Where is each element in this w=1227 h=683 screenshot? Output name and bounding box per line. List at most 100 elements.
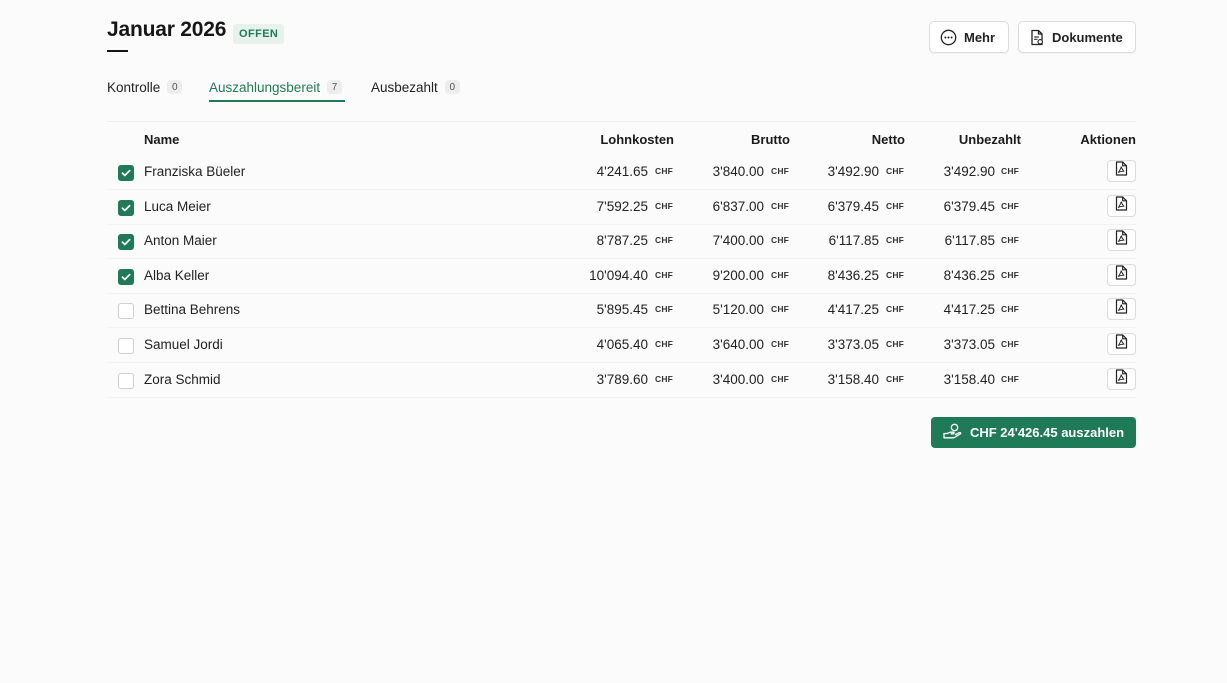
currency-label: CHF — [771, 235, 790, 246]
cell-unbezahlt: 8'436.25 — [943, 267, 995, 283]
cell-unbezahlt: 6'379.45 — [943, 198, 995, 214]
cell-netto: 4'417.25 — [827, 302, 879, 318]
currency-label: CHF — [655, 166, 674, 176]
title-underline — [107, 50, 128, 52]
row-divider — [107, 396, 1136, 398]
currency-label: CHF — [1001, 235, 1020, 246]
cell-netto: 6'379.45 — [827, 198, 879, 214]
payroll-page: Januar 2026 OFFEN Mehr Dokumente Kontrol… — [0, 0, 1227, 683]
cell-unbezahlt: 3'492.90 — [943, 164, 995, 179]
row-checkbox[interactable] — [118, 165, 134, 181]
download-pdf-button[interactable] — [1107, 333, 1136, 355]
column-header-netto: Netto — [871, 132, 905, 147]
currency-label: CHF — [886, 235, 905, 246]
table-row: Alba Keller 10'094.40 CHF 9'200.00 CHF 8'436.… — [107, 260, 1136, 294]
currency-label: CHF — [886, 200, 905, 211]
row-checkbox[interactable] — [118, 372, 134, 389]
cell-netto: 8'436.25 — [827, 267, 879, 283]
cell-netto: 3'492.90 — [827, 164, 879, 179]
currency-label: CHF — [886, 166, 905, 176]
hand-money-icon — [943, 423, 962, 443]
table-row: Franziska Büeler 4'241.65 CHF 3'840.00 CHF 3'… — [107, 156, 1136, 190]
currency-label: CHF — [886, 304, 905, 315]
cell-lohnkosten: 4'241.65 — [596, 164, 648, 179]
currency-label: CHF — [1001, 304, 1020, 315]
row-checkbox[interactable] — [118, 303, 134, 320]
cell-brutto: 6'837.00 — [712, 198, 764, 214]
employee-name: Anton Maier — [144, 233, 217, 249]
currency-label: CHF — [1001, 200, 1020, 211]
cell-lohnkosten: 3'789.60 — [596, 371, 648, 387]
cell-lohnkosten: 5'895.45 — [596, 302, 648, 318]
currency-label: CHF — [655, 373, 674, 384]
payout-button-label: CHF 24'426.45 auszahlen — [969, 425, 1125, 440]
download-pdf-button[interactable] — [1107, 160, 1136, 182]
cell-netto: 3'373.05 — [827, 337, 879, 352]
ellipsis-circle-icon — [940, 29, 957, 46]
table-row: Samuel Jordi 4'065.40 CHF 3'640.00 CHF 3'373.… — [107, 329, 1136, 363]
employee-name: Bettina Behrens — [144, 302, 241, 318]
column-header-brutto: Brutto — [751, 132, 790, 147]
cell-lohnkosten: 8'787.25 — [596, 233, 648, 249]
cell-lohnkosten: 4'065.40 — [596, 337, 648, 352]
pdf-file-icon — [1115, 230, 1128, 250]
document-icon — [1029, 29, 1045, 46]
tab-label: Kontrolle — [107, 79, 161, 95]
page-title: Januar 2026 — [107, 18, 227, 41]
cell-lohnkosten: 10'094.40 — [589, 267, 648, 283]
currency-label: CHF — [1001, 339, 1020, 349]
table-row: Bettina Behrens 5'895.45 CHF 5'120.00 CHF 4'4… — [107, 294, 1136, 329]
row-checkbox[interactable] — [118, 199, 134, 216]
documents-button[interactable]: Dokumente — [1018, 21, 1136, 53]
download-pdf-button[interactable] — [1107, 263, 1136, 286]
tab-kontrolle[interactable]: Kontrolle 0 — [107, 77, 183, 97]
currency-label: CHF — [771, 339, 790, 349]
cell-netto: 3'158.40 — [827, 371, 879, 387]
employee-name: Luca Meier — [144, 198, 211, 214]
currency-label: CHF — [771, 269, 790, 280]
pdf-file-icon — [1115, 368, 1128, 389]
cell-brutto: 7'400.00 — [712, 233, 764, 249]
tab-auszahlungsbereit[interactable]: Auszahlungsbereit 7 — [209, 77, 343, 97]
tab-label: Auszahlungsbereit — [209, 79, 321, 95]
table-row: Anton Maier 8'787.25 CHF 7'400.00 CHF 6'117.8… — [107, 225, 1136, 260]
pdf-file-icon — [1115, 161, 1128, 181]
currency-label: CHF — [655, 200, 674, 211]
column-header-lohnkosten: Lohnkosten — [600, 132, 674, 147]
payout-button[interactable]: CHF 24'426.45 auszahlen — [931, 417, 1136, 448]
cell-brutto: 9'200.00 — [712, 267, 764, 283]
download-pdf-button[interactable] — [1107, 298, 1136, 321]
more-button-label: Mehr — [964, 29, 996, 45]
currency-label: CHF — [771, 304, 790, 315]
active-tab-indicator — [209, 100, 345, 102]
pdf-file-icon — [1115, 195, 1128, 216]
cell-brutto: 3'840.00 — [712, 164, 764, 179]
more-button[interactable]: Mehr — [929, 21, 1009, 53]
row-checkbox[interactable] — [118, 268, 134, 285]
currency-label: CHF — [655, 235, 674, 246]
download-pdf-button[interactable] — [1107, 367, 1136, 390]
cell-netto: 6'117.85 — [828, 233, 879, 249]
employee-name: Samuel Jordi — [144, 337, 223, 352]
download-pdf-button[interactable] — [1107, 194, 1136, 217]
column-header-name: Name — [144, 132, 180, 147]
pdf-file-icon — [1115, 299, 1128, 319]
column-header-aktionen: Aktionen — [1080, 132, 1136, 147]
table-top-divider — [107, 121, 1136, 122]
currency-label: CHF — [886, 339, 905, 349]
cell-brutto: 3'400.00 — [712, 371, 764, 387]
row-checkbox[interactable] — [118, 234, 134, 251]
cell-unbezahlt: 4'417.25 — [943, 302, 995, 318]
tab-count: 7 — [327, 80, 343, 94]
currency-label: CHF — [886, 373, 905, 384]
table-row: Zora Schmid 3'789.60 CHF 3'400.00 CHF 3'158.4… — [107, 364, 1136, 398]
download-pdf-button[interactable] — [1107, 229, 1136, 252]
cell-lohnkosten: 7'592.25 — [596, 198, 648, 214]
row-checkbox[interactable] — [118, 338, 134, 354]
tab-ausbezahlt[interactable]: Ausbezahlt 0 — [371, 77, 460, 97]
currency-label: CHF — [771, 373, 790, 384]
cell-unbezahlt: 3'373.05 — [943, 337, 995, 352]
currency-label: CHF — [1001, 373, 1020, 384]
currency-label: CHF — [655, 269, 674, 280]
tab-count: 0 — [444, 80, 460, 94]
